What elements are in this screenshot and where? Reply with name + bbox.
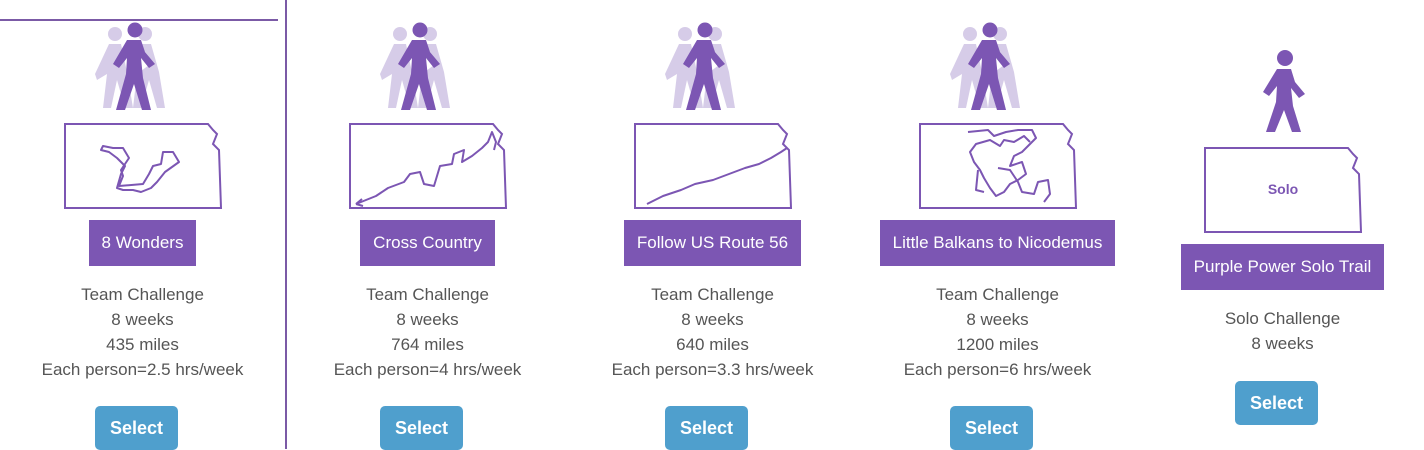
group-walker-icon (378, 22, 478, 112)
challenge-details: Team Challenge 8 weeks 764 miles Each pe… (334, 282, 522, 382)
challenge-details: Solo Challenge 8 weeks (1225, 306, 1340, 356)
challenge-type: Team Challenge (81, 285, 204, 304)
kansas-map-icon (63, 123, 222, 209)
challenge-duration: 8 weeks (396, 310, 459, 329)
challenge-card-cross-country[interactable]: Cross Country Team Challenge 8 weeks 764… (285, 0, 570, 450)
challenge-duration: 8 weeks (1251, 334, 1314, 353)
challenge-type: Team Challenge (651, 285, 774, 304)
challenge-list: 8 Wonders Team Challenge 8 weeks 435 mil… (0, 0, 1424, 450)
challenge-effort: Each person=3.3 hrs/week (611, 360, 814, 379)
challenge-card-purple-power-solo[interactable]: Solo Purple Power Solo Trail Solo Challe… (1140, 0, 1424, 449)
select-button[interactable]: Select (950, 406, 1033, 450)
map-solo-label: Solo (1267, 181, 1297, 197)
challenge-card-little-balkans[interactable]: Little Balkans to Nicodemus Team Challen… (855, 0, 1140, 450)
solo-walker-icon (1233, 48, 1333, 136)
challenge-card-route-56[interactable]: Follow US Route 56 Team Challenge 8 week… (570, 0, 855, 450)
selected-outline (0, 19, 278, 21)
challenge-effort: Each person=4 hrs/week (333, 360, 522, 379)
challenge-distance: 764 miles (391, 335, 464, 354)
challenge-effort: Each person=2.5 hrs/week (41, 360, 244, 379)
select-button[interactable]: Select (665, 406, 748, 450)
kansas-map-icon (348, 123, 507, 209)
challenge-duration: 8 weeks (111, 310, 174, 329)
group-walker-icon (93, 22, 193, 112)
kansas-map-icon: Solo (1203, 147, 1362, 233)
group-walker-icon (663, 22, 763, 112)
challenge-distance: 640 miles (676, 335, 749, 354)
select-button[interactable]: Select (1235, 381, 1318, 425)
challenge-name: Cross Country (360, 220, 495, 266)
challenge-type: Team Challenge (366, 285, 489, 304)
challenge-duration: 8 weeks (966, 310, 1029, 329)
challenge-distance: 1200 miles (956, 335, 1039, 354)
challenge-details: Team Challenge 8 weeks 435 miles Each pe… (42, 282, 244, 382)
kansas-map-icon (918, 123, 1077, 209)
select-button[interactable]: Select (95, 406, 178, 450)
challenge-type: Solo Challenge (1224, 309, 1341, 328)
kansas-map-icon (633, 123, 792, 209)
group-walker-icon (948, 22, 1048, 112)
select-button[interactable]: Select (380, 406, 463, 450)
challenge-name: Follow US Route 56 (623, 220, 802, 266)
challenge-distance: 435 miles (106, 335, 179, 354)
challenge-type: Team Challenge (936, 285, 1059, 304)
challenge-name: Purple Power Solo Trail (1180, 244, 1385, 290)
challenge-duration: 8 weeks (681, 310, 744, 329)
challenge-details: Team Challenge 8 weeks 1200 miles Each p… (904, 282, 1092, 382)
challenge-details: Team Challenge 8 weeks 640 miles Each pe… (612, 282, 814, 382)
challenge-card-8-wonders[interactable]: 8 Wonders Team Challenge 8 weeks 435 mil… (0, 0, 287, 450)
challenge-name: Little Balkans to Nicodemus (879, 220, 1116, 266)
challenge-effort: Each person=6 hrs/week (903, 360, 1092, 379)
challenge-name: 8 Wonders (88, 220, 197, 266)
